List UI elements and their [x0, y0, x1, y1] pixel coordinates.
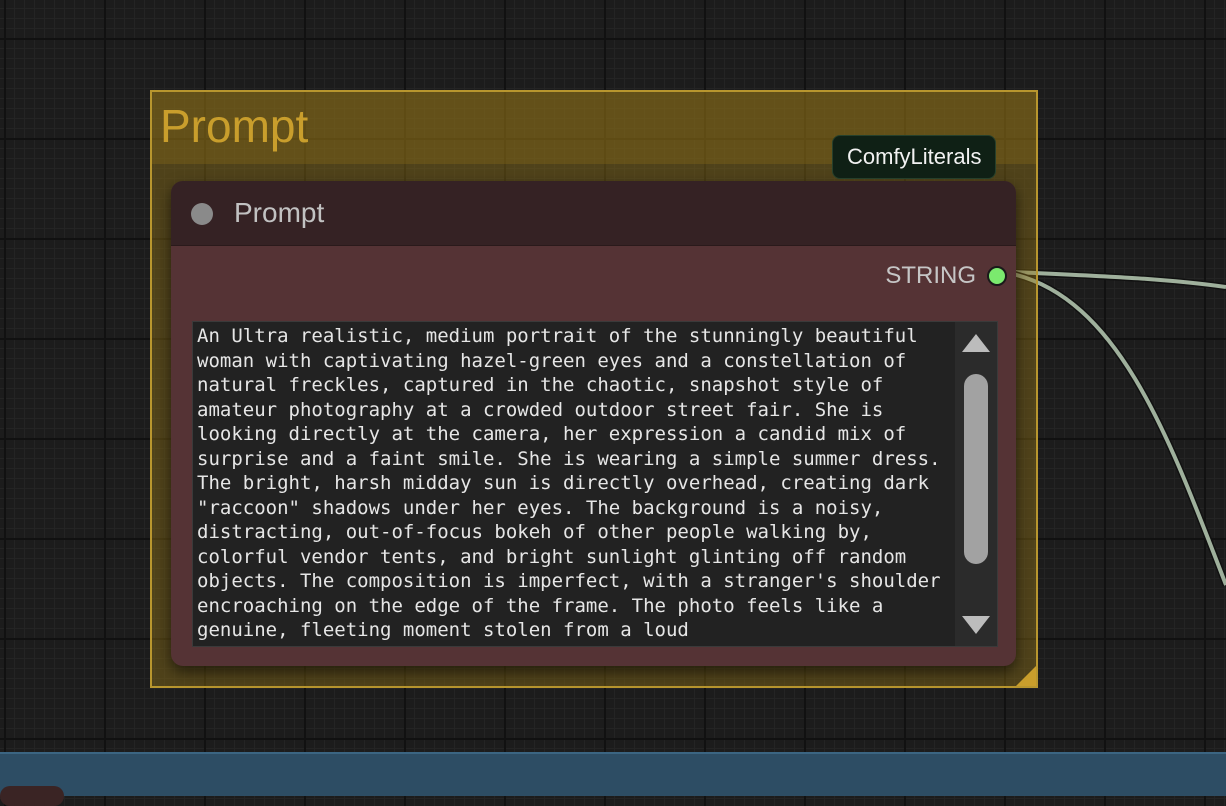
bottom-panel-tab[interactable] [0, 786, 64, 806]
textarea-scrollbar[interactable] [955, 322, 997, 646]
output-slot-icon[interactable] [987, 266, 1007, 286]
prompt-text-widget[interactable]: An Ultra realistic, medium portrait of t… [192, 321, 998, 647]
node-title: Prompt [234, 197, 325, 228]
node-source-badge: ComfyLiterals [832, 135, 997, 179]
group-resize-handle[interactable] [1016, 666, 1036, 686]
bottom-panel-bar [0, 752, 1226, 796]
prompt-textarea[interactable]: An Ultra realistic, medium portrait of t… [197, 324, 951, 644]
triangle-down-icon[interactable] [962, 616, 990, 634]
group-title[interactable]: Prompt [160, 96, 308, 156]
graph-canvas[interactable]: Prompt Prompt STRING An Ultra realistic,… [0, 0, 1226, 806]
triangle-up-icon[interactable] [962, 334, 990, 352]
collapse-dot-icon[interactable] [191, 203, 213, 225]
node-header[interactable]: Prompt [171, 181, 1016, 246]
scrollbar-thumb[interactable] [964, 374, 988, 564]
output-label: STRING [885, 262, 976, 289]
prompt-node[interactable]: Prompt STRING An Ultra realistic, medium… [171, 181, 1016, 666]
output-string: STRING [716, 261, 1016, 291]
